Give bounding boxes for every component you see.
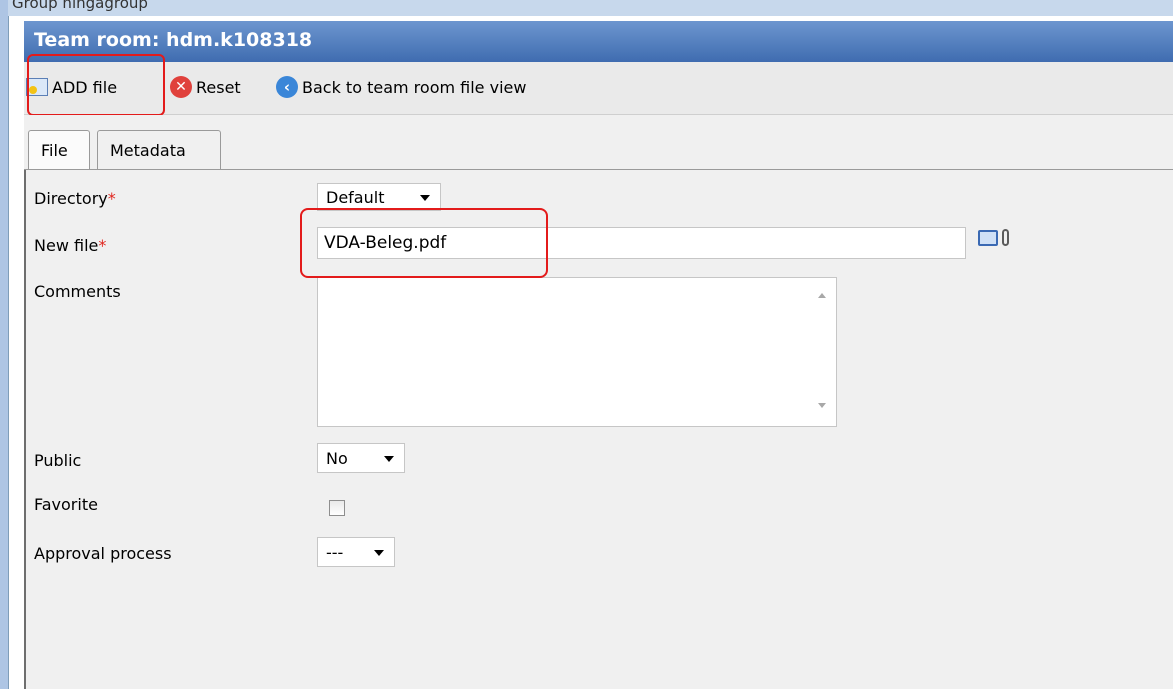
directory-label: Directory* [34, 189, 116, 208]
new-file-label-text: New file [34, 236, 99, 255]
add-file-icon [26, 78, 48, 96]
new-file-input[interactable]: VDA-Beleg.pdf [317, 227, 966, 259]
header-partial-text: Group hingagroup [12, 0, 148, 12]
favorite-label-text: Favorite [34, 495, 98, 514]
add-file-button[interactable]: ADD file [26, 72, 117, 102]
tab-file-label: File [41, 141, 68, 160]
scroll-down-arrow[interactable] [818, 403, 826, 408]
reset-label: Reset [196, 77, 241, 97]
top-header-strip: Group hingagroup [8, 0, 1173, 16]
panel-left-divider [24, 170, 26, 689]
file-form-panel: File Metadata Directory* Default New fil… [24, 115, 1173, 689]
toolbar: ADD file ✕ Reset ‹ Back to team room fil… [24, 62, 1173, 115]
back-label: Back to team room file view [302, 77, 527, 97]
public-label-text: Public [34, 451, 82, 470]
paperclip-icon[interactable] [1002, 229, 1009, 246]
new-file-value: VDA-Beleg.pdf [324, 233, 447, 253]
window-left-border [0, 0, 9, 689]
comments-label-text: Comments [34, 282, 121, 301]
back-to-file-view-button[interactable]: ‹ Back to team room file view [276, 72, 526, 102]
tab-metadata[interactable]: Metadata [97, 130, 221, 170]
favorite-label: Favorite [34, 495, 98, 514]
comments-label: Comments [34, 282, 121, 301]
chevron-down-icon [374, 550, 384, 556]
tab-divider [24, 169, 1173, 170]
comments-textarea[interactable] [317, 277, 837, 427]
public-select[interactable]: No [317, 443, 405, 473]
directory-value: Default [326, 188, 385, 207]
required-marker: * [107, 189, 116, 208]
required-marker: * [98, 236, 107, 255]
directory-select[interactable]: Default [317, 183, 441, 211]
scroll-up-arrow[interactable] [818, 293, 826, 298]
add-file-label: ADD file [52, 77, 118, 97]
new-file-label: New file* [34, 236, 106, 255]
public-label: Public [34, 451, 81, 470]
tab-file[interactable]: File [28, 130, 90, 170]
approval-process-value: --- [326, 543, 344, 562]
reset-button[interactable]: ✕ Reset [170, 72, 241, 102]
reset-icon: ✕ [170, 76, 192, 98]
page-title-text: Team room: hdm.k108318 [34, 29, 313, 51]
page-title: Team room: hdm.k108318 [24, 21, 1173, 62]
folder-open-icon[interactable] [978, 230, 998, 246]
favorite-checkbox[interactable] [329, 500, 345, 516]
directory-label-text: Directory [34, 189, 108, 208]
chevron-down-icon [420, 195, 430, 201]
tab-metadata-label: Metadata [110, 141, 186, 160]
approval-process-select[interactable]: --- [317, 537, 395, 567]
approval-process-label-text: Approval process [34, 544, 172, 563]
chevron-down-icon [384, 456, 394, 462]
public-value: No [326, 449, 348, 468]
approval-process-label: Approval process [34, 544, 172, 563]
back-arrow-icon: ‹ [276, 76, 298, 98]
